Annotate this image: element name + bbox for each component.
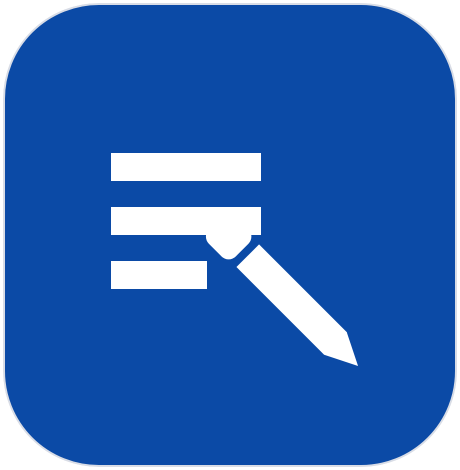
text-line-1 bbox=[111, 153, 261, 181]
app-icon[interactable] bbox=[3, 3, 457, 467]
notes-edit-icon bbox=[3, 3, 457, 467]
text-line-3 bbox=[111, 261, 207, 289]
